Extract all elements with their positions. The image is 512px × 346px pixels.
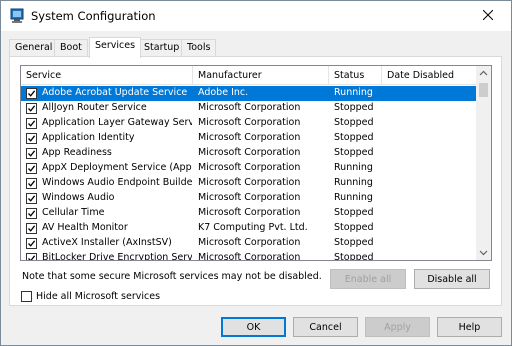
apply-button[interactable]: Apply	[365, 317, 430, 337]
hide-microsoft-services-label: Hide all Microsoft services	[36, 291, 161, 302]
table-row[interactable]: Cellular Time Microsoft Corporation Stoppe…	[21, 206, 477, 221]
manufacturer-cell: Microsoft Corporation	[198, 102, 301, 113]
table-row[interactable]: Windows Audio Endpoint Builder Microsoft …	[21, 176, 477, 191]
status-cell: Stopped	[334, 147, 374, 158]
help-button[interactable]: Help	[437, 317, 502, 337]
status-cell: Stopped	[334, 237, 374, 248]
service-name: Application Layer Gateway Service	[42, 117, 192, 128]
tab-general[interactable]: General	[9, 39, 59, 57]
table-row[interactable]: BitLocker Drive Encryption Service Micros…	[21, 251, 477, 261]
status-cell: Stopped	[334, 132, 374, 143]
service-name: Application Identity	[42, 132, 135, 143]
service-name: AllJoyn Router Service	[42, 102, 147, 113]
system-configuration-window: System Configuration General Boot Servic…	[0, 0, 512, 346]
service-name: Adobe Acrobat Update Service	[42, 87, 188, 98]
status-cell: Running	[334, 162, 373, 173]
column-header-date-disabled[interactable]: Date Disabled	[382, 66, 477, 85]
services-panel: Service Manufacturer Status Date Disable…	[9, 56, 502, 306]
list-header: Service Manufacturer Status Date Disable…	[21, 66, 477, 85]
close-button[interactable]	[465, 1, 511, 31]
scroll-up-icon[interactable]	[479, 69, 488, 78]
list-rows: Adobe Acrobat Update Service Adobe Inc. Ru…	[21, 86, 477, 261]
service-name: AppX Deployment Service (AppX...	[42, 162, 192, 173]
table-row[interactable]: AppX Deployment Service (AppX... Microsof…	[21, 161, 477, 176]
service-name: Cellular Time	[42, 207, 105, 218]
status-cell: Stopped	[334, 102, 374, 113]
manufacturer-cell: Microsoft Corporation	[198, 147, 301, 158]
table-row[interactable]: Adobe Acrobat Update Service Adobe Inc. Ru…	[21, 86, 477, 101]
service-checkbox[interactable]	[26, 88, 37, 99]
manufacturer-cell: Microsoft Corporation	[198, 162, 301, 173]
status-cell: Running	[334, 87, 373, 98]
table-row[interactable]: Application Identity Microsoft Corporatio…	[21, 131, 477, 146]
manufacturer-cell: Microsoft Corporation	[198, 237, 301, 248]
status-cell: Stopped	[334, 207, 374, 218]
vertical-scrollbar[interactable]	[476, 66, 491, 260]
title-bar: System Configuration	[1, 1, 511, 31]
service-checkbox[interactable]	[26, 253, 37, 260]
hide-microsoft-services-box[interactable]	[21, 291, 32, 302]
service-checkbox[interactable]	[26, 193, 37, 204]
table-row[interactable]: AV Health Monitor K7 Computing Pvt. Ltd. S…	[21, 221, 477, 236]
manufacturer-cell: Microsoft Corporation	[198, 192, 301, 203]
table-row[interactable]: ActiveX Installer (AxInstSV) Microsoft Co…	[21, 236, 477, 251]
status-cell: Running	[334, 177, 373, 188]
table-row[interactable]: Windows Audio Microsoft Corporation Runnin…	[21, 191, 477, 206]
service-checkbox[interactable]	[26, 178, 37, 189]
system-configuration-icon	[9, 8, 25, 24]
secure-services-note: Note that some secure Microsoft services…	[22, 271, 322, 282]
service-checkbox[interactable]	[26, 223, 37, 234]
tab-boot[interactable]: Boot	[54, 39, 88, 57]
manufacturer-cell: Microsoft Corporation	[198, 177, 301, 188]
scrollbar-thumb[interactable]	[479, 83, 488, 97]
tab-services[interactable]: Services	[89, 37, 142, 58]
window-title: System Configuration	[31, 9, 156, 23]
status-cell: Stopped	[334, 222, 374, 233]
manufacturer-cell: Microsoft Corporation	[198, 207, 301, 218]
table-row[interactable]: Application Layer Gateway Service Microso…	[21, 116, 477, 131]
service-name: BitLocker Drive Encryption Service	[42, 252, 192, 261]
service-checkbox[interactable]	[26, 163, 37, 174]
manufacturer-cell: Microsoft Corporation	[198, 252, 301, 261]
table-row[interactable]: AllJoyn Router Service Microsoft Corporat…	[21, 101, 477, 116]
column-header-service[interactable]: Service	[21, 66, 193, 85]
column-header-status[interactable]: Status	[329, 66, 382, 85]
manufacturer-cell: Adobe Inc.	[198, 87, 249, 98]
service-checkbox[interactable]	[26, 118, 37, 129]
enable-all-button[interactable]: Enable all	[330, 269, 406, 289]
disable-all-button[interactable]: Disable all	[414, 269, 490, 289]
manufacturer-cell: Microsoft Corporation	[198, 132, 301, 143]
manufacturer-cell: K7 Computing Pvt. Ltd.	[198, 222, 308, 233]
tab-startup[interactable]: Startup	[138, 39, 186, 57]
service-checkbox[interactable]	[26, 238, 37, 249]
service-name: ActiveX Installer (AxInstSV)	[42, 237, 172, 248]
service-name: Windows Audio Endpoint Builder	[42, 177, 192, 188]
hide-microsoft-services-checkbox[interactable]: Hide all Microsoft services	[21, 291, 160, 302]
ok-button[interactable]: OK	[221, 317, 286, 337]
scroll-down-icon[interactable]	[479, 248, 488, 257]
service-checkbox[interactable]	[26, 103, 37, 114]
services-list[interactable]: Service Manufacturer Status Date Disable…	[20, 65, 492, 261]
service-name: Windows Audio	[42, 192, 115, 203]
status-cell: Stopped	[334, 252, 374, 261]
status-cell: Stopped	[334, 117, 374, 128]
manufacturer-cell: Microsoft Corporation	[198, 117, 301, 128]
service-checkbox[interactable]	[26, 148, 37, 159]
column-header-manufacturer[interactable]: Manufacturer	[193, 66, 329, 85]
service-name: App Readiness	[42, 147, 112, 158]
table-row[interactable]: App Readiness Microsoft Corporation Stoppe…	[21, 146, 477, 161]
service-name: AV Health Monitor	[42, 222, 128, 233]
status-cell: Running	[334, 192, 373, 203]
close-icon	[482, 9, 494, 23]
service-checkbox[interactable]	[26, 208, 37, 219]
tab-tools[interactable]: Tools	[181, 39, 217, 57]
service-checkbox[interactable]	[26, 133, 37, 144]
cancel-button[interactable]: Cancel	[293, 317, 358, 337]
